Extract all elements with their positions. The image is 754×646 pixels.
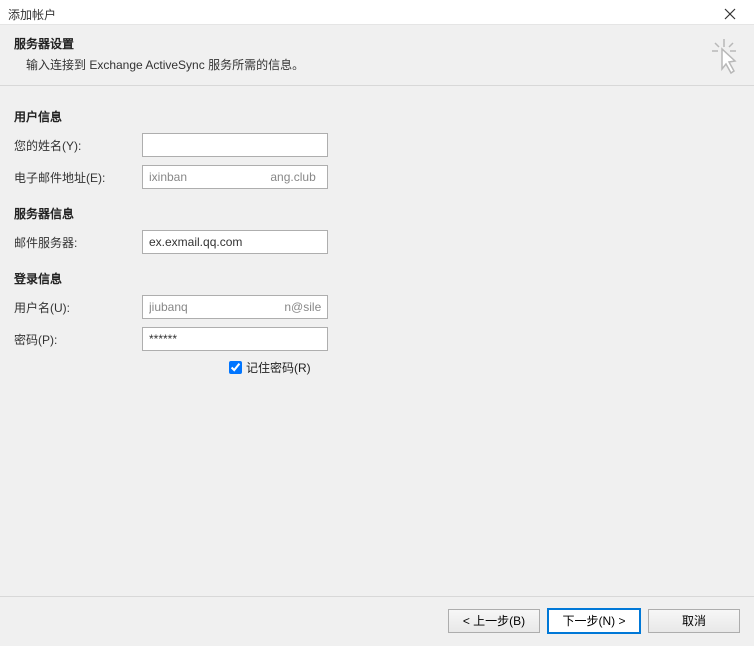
input-mail-server[interactable]	[142, 230, 328, 254]
button-bar: < 上一步(B) 下一步(N) > 取消	[0, 596, 754, 644]
row-password: 密码(P):	[14, 327, 740, 351]
label-remember-password: 记住密码(R)	[246, 359, 311, 376]
row-username: 用户名(U):	[14, 295, 740, 319]
window-title: 添加帐户	[8, 6, 56, 23]
header-section: 服务器设置 输入连接到 Exchange ActiveSync 服务所需的信息。	[0, 24, 754, 86]
cursor-icon	[708, 39, 740, 79]
back-button[interactable]: < 上一步(B)	[448, 609, 540, 633]
row-email: 电子邮件地址(E):	[14, 165, 740, 189]
input-username[interactable]	[142, 295, 328, 319]
section-server-info: 服务器信息	[14, 205, 740, 222]
section-login-info: 登录信息	[14, 270, 740, 287]
titlebar: 添加帐户	[0, 0, 754, 24]
content-area: 用户信息 您的姓名(Y): 电子邮件地址(E): 服务器信息 邮件服务器: 登录…	[0, 86, 754, 646]
input-email[interactable]	[142, 165, 328, 189]
label-username: 用户名(U):	[14, 299, 142, 316]
input-password[interactable]	[142, 327, 328, 351]
section-user-info: 用户信息	[14, 108, 740, 125]
row-name: 您的姓名(Y):	[14, 133, 740, 157]
label-email: 电子邮件地址(E):	[14, 169, 142, 186]
row-remember-password: 记住密码(R)	[229, 359, 740, 376]
header-title: 服务器设置	[14, 35, 740, 52]
next-button[interactable]: 下一步(N) >	[548, 609, 640, 633]
input-name[interactable]	[142, 133, 328, 157]
checkbox-remember-password[interactable]	[229, 361, 242, 374]
label-password: 密码(P):	[14, 331, 142, 348]
cancel-button[interactable]: 取消	[648, 609, 740, 633]
label-name: 您的姓名(Y):	[14, 137, 142, 154]
label-mail-server: 邮件服务器:	[14, 234, 142, 251]
close-button[interactable]	[714, 4, 746, 24]
close-icon	[724, 8, 736, 20]
header-subtitle: 输入连接到 Exchange ActiveSync 服务所需的信息。	[26, 56, 740, 73]
row-mail-server: 邮件服务器:	[14, 230, 740, 254]
